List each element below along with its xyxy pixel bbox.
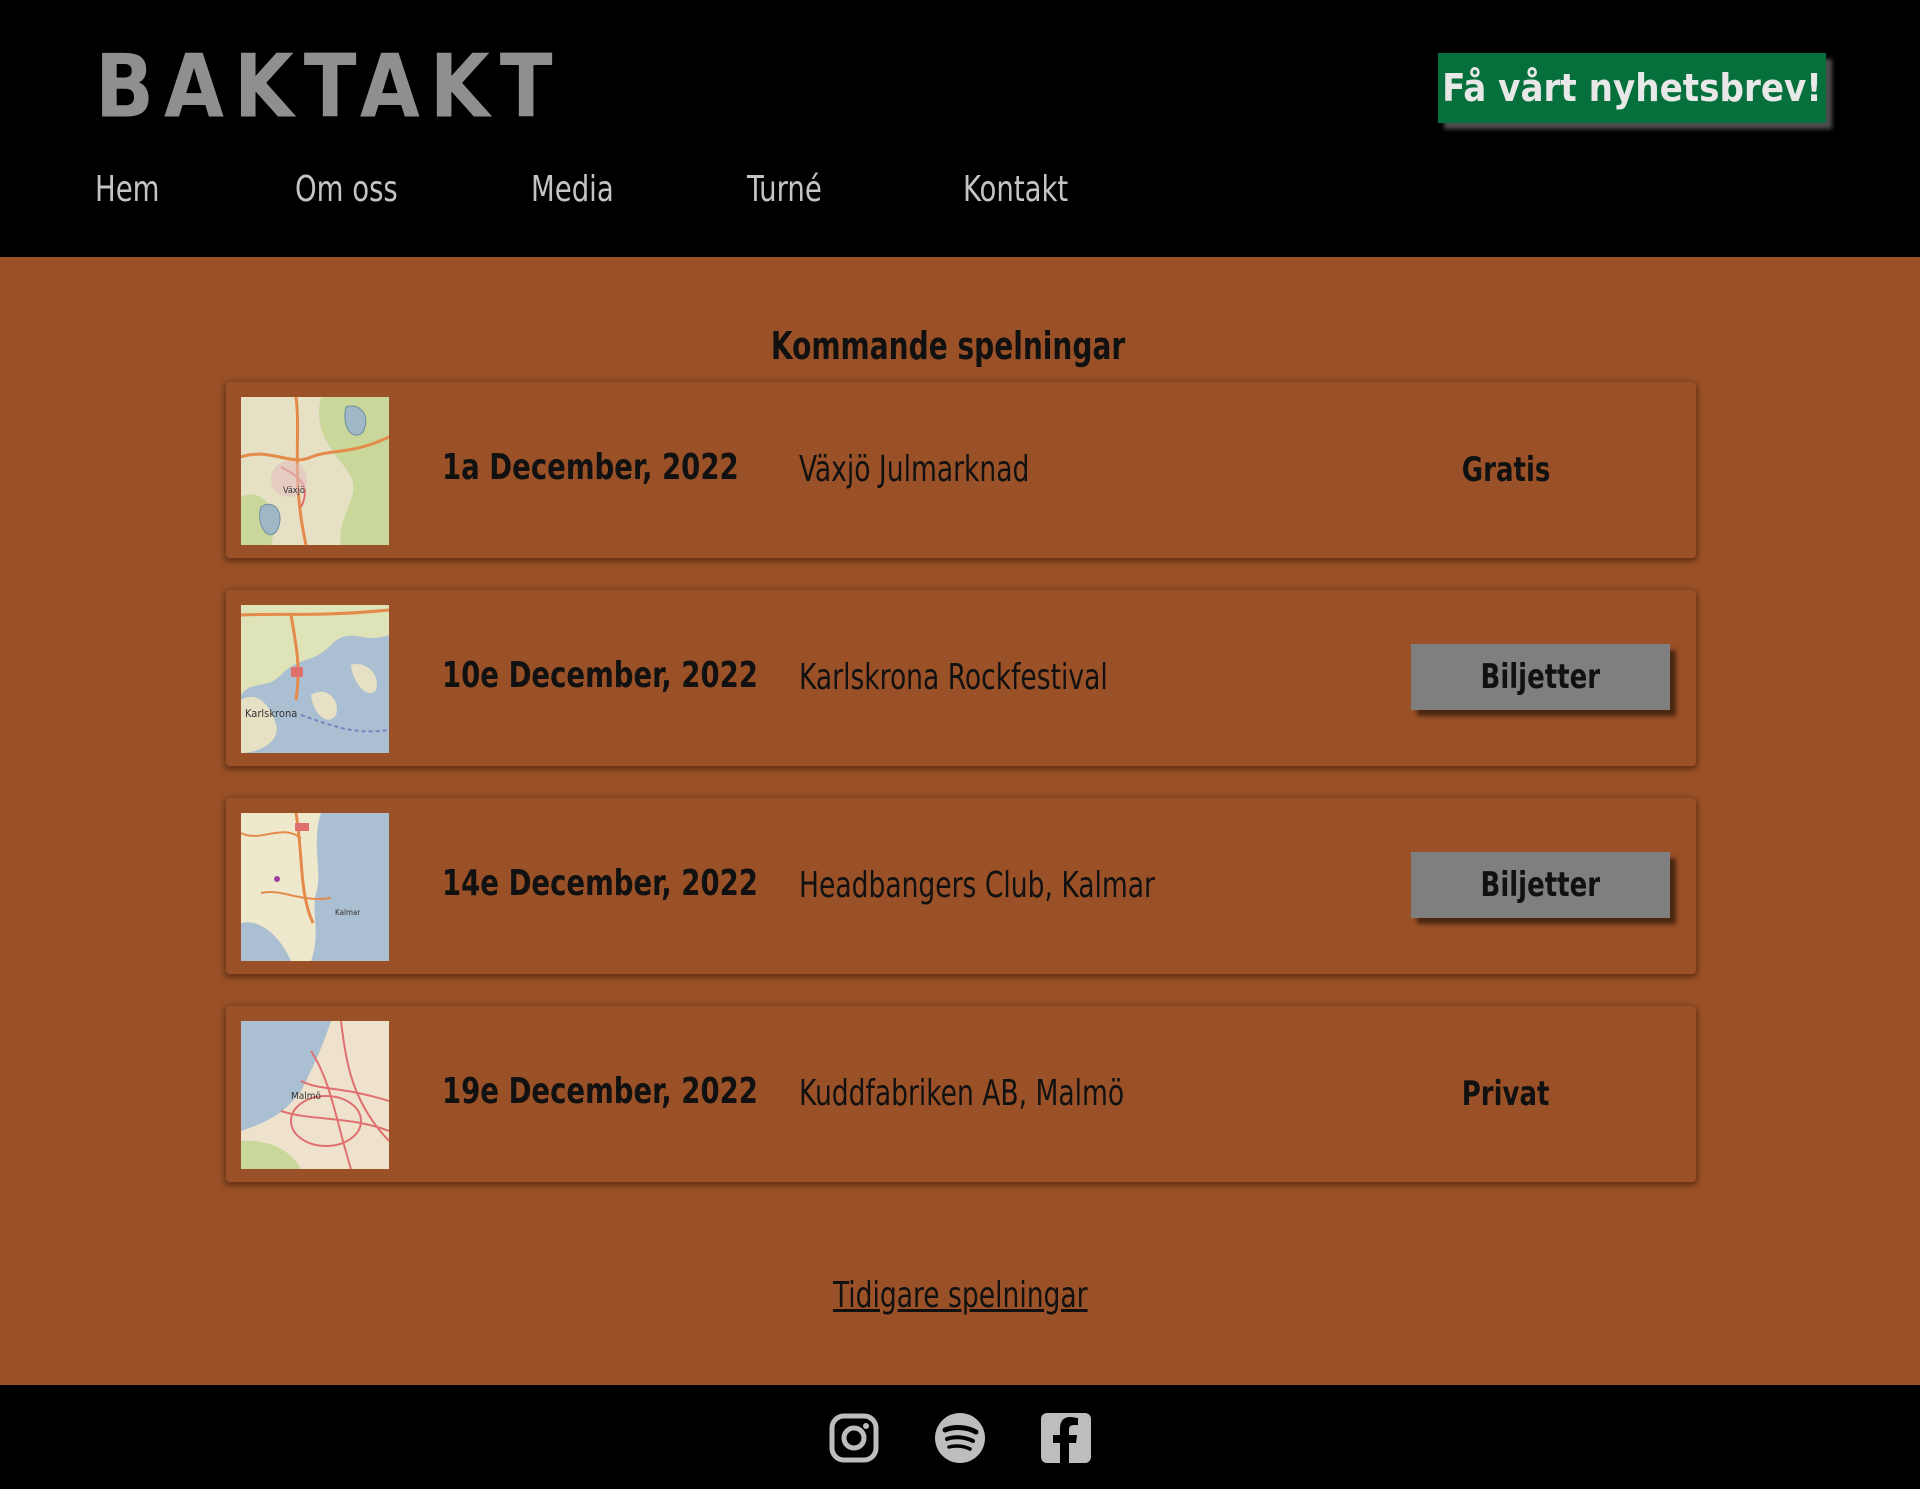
tickets-button-label: Biljetter bbox=[1480, 865, 1601, 905]
gig-status-label: Gratis bbox=[1461, 450, 1551, 490]
nav-item-om-oss[interactable]: Om oss bbox=[295, 164, 398, 216]
gig-venue: Headbangers Club, Kalmar bbox=[799, 865, 1155, 906]
map-label: Malmö bbox=[291, 1091, 322, 1102]
gig-status-text: Gratis bbox=[1408, 440, 1604, 500]
newsletter-button[interactable]: Få vårt nyhetsbrev! bbox=[1438, 53, 1826, 123]
nav-item-hem[interactable]: Hem bbox=[95, 164, 159, 216]
nav-item-kontakt[interactable]: Kontakt bbox=[963, 164, 1068, 216]
gig-venue: Karlskrona Rockfestival bbox=[799, 657, 1108, 698]
instagram-icon[interactable] bbox=[827, 1411, 881, 1465]
map-image: Karlskrona bbox=[241, 605, 389, 753]
map-image: Malmö bbox=[241, 1021, 389, 1169]
gig-card: Karlskrona 10e December, 2022 Karlskrona… bbox=[226, 590, 1696, 766]
facebook-icon[interactable] bbox=[1039, 1411, 1093, 1465]
gig-venue: Kuddfabriken AB, Malmö bbox=[799, 1073, 1125, 1114]
site-footer bbox=[0, 1385, 1920, 1489]
band-logo[interactable]: BAKTAKT bbox=[95, 43, 563, 131]
earlier-gigs-link[interactable]: Tidigare spelningar bbox=[0, 1268, 1920, 1324]
gig-card: Malmö 19e December, 2022 Kuddfabriken AB… bbox=[226, 1006, 1696, 1182]
gig-card: Växjö 1a December, 2022 Växjö Julmarknad… bbox=[226, 382, 1696, 558]
map-thumbnail[interactable]: Växjö bbox=[241, 397, 389, 545]
nav-item-media[interactable]: Media bbox=[531, 164, 614, 216]
gig-status-label: Privat bbox=[1462, 1074, 1550, 1114]
tickets-button[interactable]: Biljetter bbox=[1411, 852, 1670, 918]
gig-status-text: Privat bbox=[1408, 1064, 1604, 1124]
nav-item-turne[interactable]: Turné bbox=[747, 164, 822, 216]
map-image: Kalmar bbox=[241, 813, 389, 961]
gig-venue: Växjö Julmarknad bbox=[799, 449, 1030, 490]
page-title: Kommande spelningar bbox=[0, 318, 1897, 374]
site-header: BAKTAKT Få vårt nyhetsbrev! Hem Om oss M… bbox=[0, 0, 1920, 257]
map-thumbnail[interactable]: Malmö bbox=[241, 1021, 389, 1169]
tickets-button[interactable]: Biljetter bbox=[1411, 644, 1670, 710]
gig-date: 14e December, 2022 bbox=[442, 863, 758, 904]
page-title-text: Kommande spelningar bbox=[771, 324, 1126, 368]
map-label: Kalmar bbox=[335, 908, 360, 917]
gig-date: 1a December, 2022 bbox=[442, 447, 739, 488]
map-thumbnail[interactable]: Karlskrona bbox=[241, 605, 389, 753]
gig-date: 19e December, 2022 bbox=[442, 1071, 758, 1112]
tickets-button-label: Biljetter bbox=[1480, 657, 1601, 697]
gig-card: Kalmar 14e December, 2022 Headbangers Cl… bbox=[226, 798, 1696, 974]
gig-date: 10e December, 2022 bbox=[442, 655, 758, 696]
map-label: Växjö bbox=[283, 486, 305, 496]
spotify-icon[interactable] bbox=[933, 1411, 987, 1465]
map-thumbnail[interactable]: Kalmar bbox=[241, 813, 389, 961]
map-image: Växjö bbox=[241, 397, 389, 545]
map-label: Karlskrona bbox=[245, 707, 297, 720]
earlier-gigs-link-text: Tidigare spelningar bbox=[832, 1275, 1088, 1316]
